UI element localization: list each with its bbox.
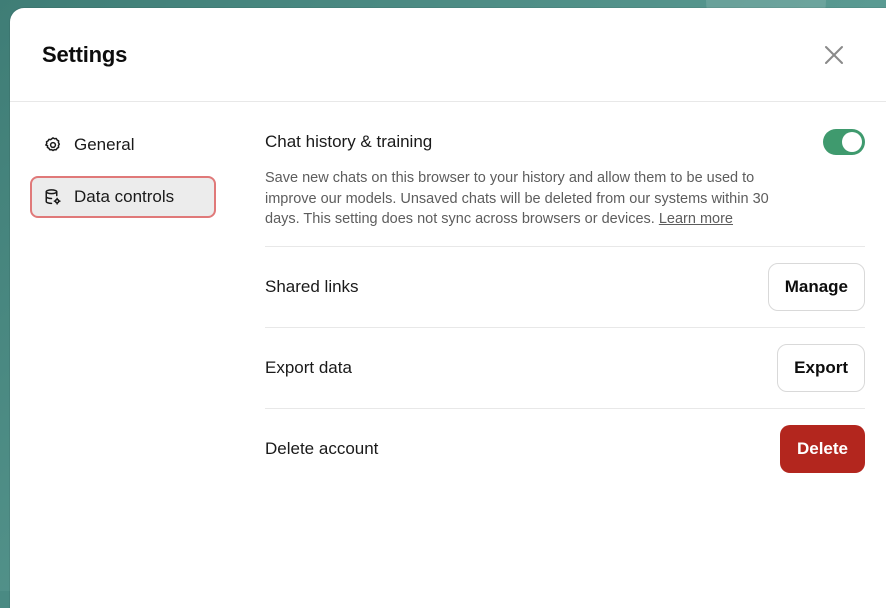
dialog-header: Settings [10,8,886,102]
sidebar-item-data-controls[interactable]: Data controls [30,176,216,218]
export-data-label: Export data [265,357,352,377]
shared-links-setting: Shared links Manage [265,247,865,328]
chat-history-label: Chat history & training [265,132,433,151]
settings-dialog: Settings General Data controls Chat hist… [10,8,886,608]
shared-links-label: Shared links [265,276,359,296]
settings-sidebar: General Data controls [30,124,216,228]
export-button[interactable]: Export [777,343,865,392]
learn-more-link[interactable]: Learn more [659,211,733,227]
dialog-title: Settings [42,41,128,67]
chat-history-setting: Chat history & training Save new chats o… [265,124,865,247]
delete-account-label: Delete account [265,439,379,458]
toggle-knob [842,132,862,152]
close-button[interactable] [822,43,846,67]
data-controls-panel: Chat history & training Save new chats o… [265,124,865,490]
sidebar-item-general[interactable]: General [30,124,216,166]
database-gear-icon [44,188,62,206]
close-icon [825,45,843,64]
sidebar-item-label: Data controls [74,187,175,206]
delete-account-setting: Delete account Delete [265,409,865,490]
manage-button[interactable]: Manage [767,262,865,311]
chat-history-description: Save new chats on this browser to your h… [265,168,805,230]
delete-button[interactable]: Delete [779,425,865,473]
gear-icon [44,136,62,154]
export-data-setting: Export data Export [265,328,865,409]
sidebar-item-label: General [74,135,135,154]
chat-history-toggle[interactable] [823,129,865,155]
